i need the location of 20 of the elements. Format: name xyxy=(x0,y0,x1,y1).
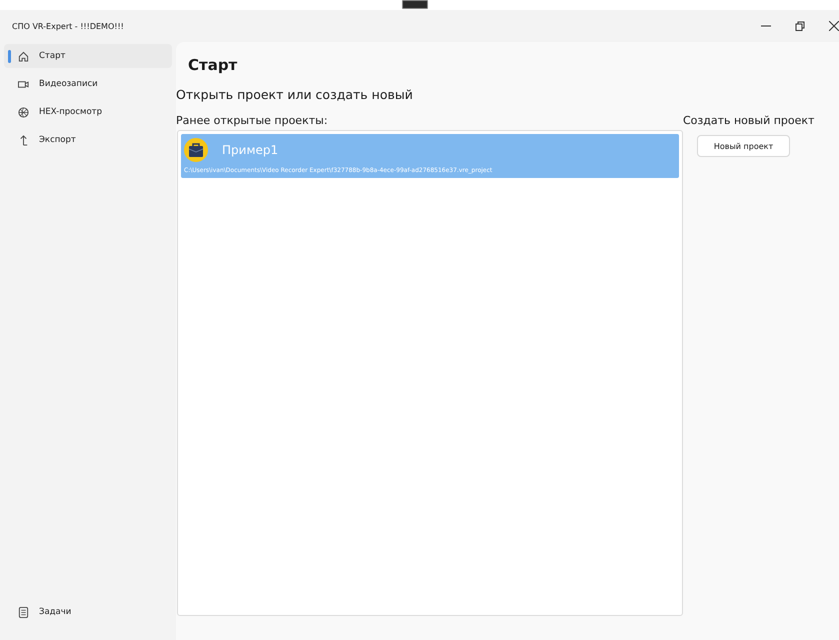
section-label: Создать новый проект xyxy=(683,114,814,127)
sidebar-item[interactable]: Видеозаписи xyxy=(4,72,172,96)
drag-handle-icon[interactable] xyxy=(402,0,428,9)
home-icon xyxy=(18,50,29,62)
sidebar-item[interactable]: HEX-просмотр xyxy=(4,100,172,124)
document-icon xyxy=(18,606,29,618)
up-arrow-icon xyxy=(18,134,29,146)
page-title: Старт xyxy=(188,56,238,74)
window-title: СПО VR-Expert - !!!DEMO!!! xyxy=(12,22,124,30)
briefcase-icon xyxy=(184,138,208,162)
section-label: Ранее открытые проекты: xyxy=(176,114,329,127)
sidebar-item[interactable]: Задачи xyxy=(4,600,172,624)
close-icon xyxy=(829,21,839,31)
new-project-button[interactable]: Новый проект xyxy=(697,135,790,157)
page-subtitle: Открыть проект или создать новый xyxy=(176,87,414,102)
sidebar-item[interactable]: Старт xyxy=(4,44,172,68)
restore-icon xyxy=(795,21,805,31)
sidebar-item[interactable]: Экспорт xyxy=(4,128,172,152)
video-camera-icon xyxy=(18,78,29,90)
aperture-icon xyxy=(18,106,29,118)
